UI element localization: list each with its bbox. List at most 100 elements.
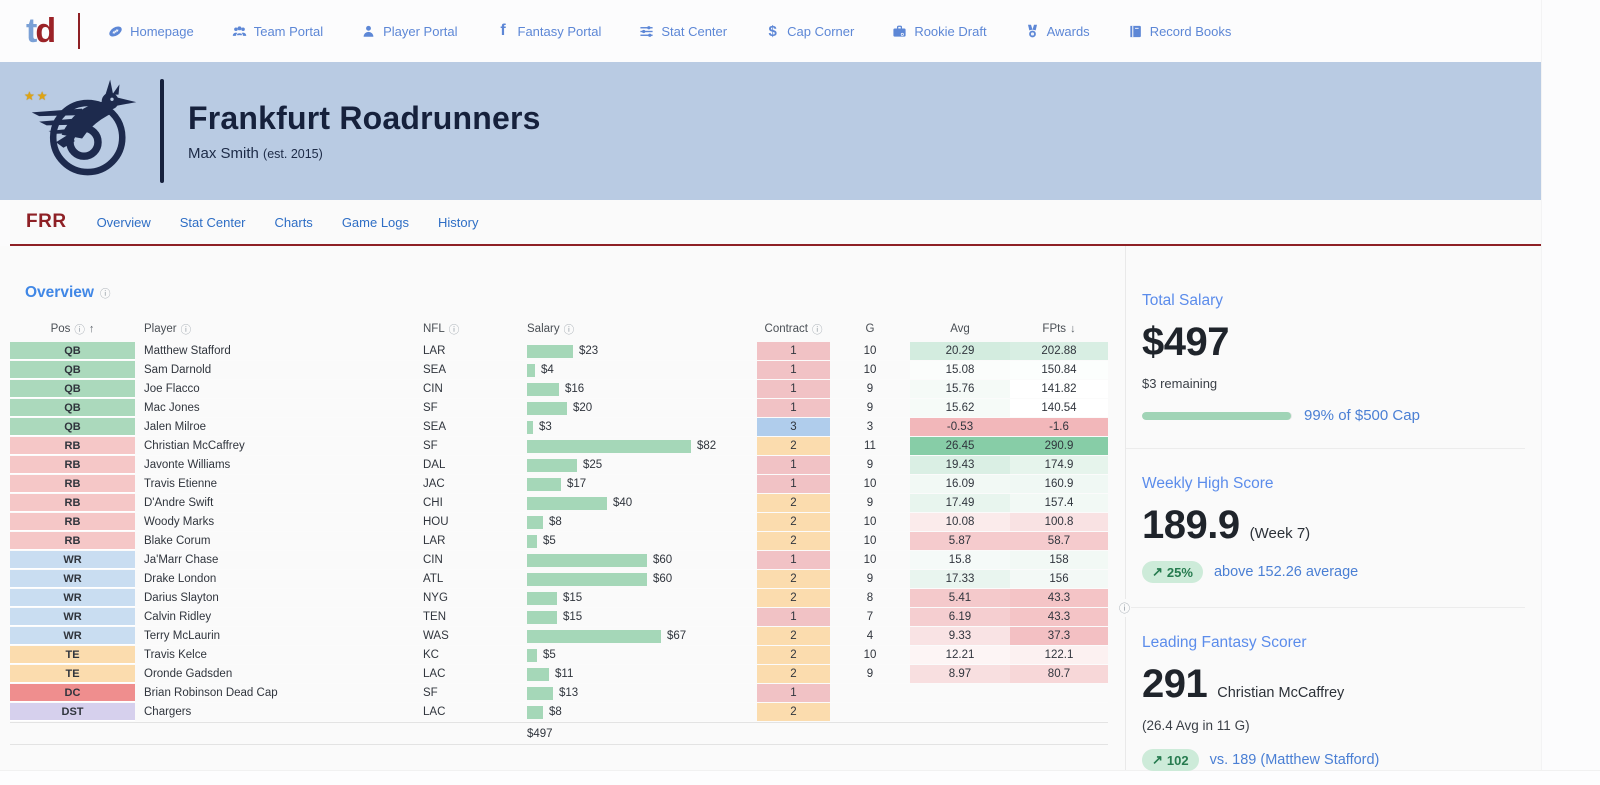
column-header-nfl[interactable]: NFL ⓘ (415, 322, 520, 337)
table-row[interactable]: QB Matthew Stafford LAR $23 1 10 20.29 202.88 (10, 342, 1108, 361)
player-name[interactable]: Joe Flacco (135, 380, 415, 398)
games-cell: 8 (866, 592, 874, 604)
avg-cell: 15.62 (910, 399, 1010, 417)
column-label: Avg (950, 323, 970, 335)
total-salary-label[interactable]: Total Salary (1142, 292, 1525, 310)
player-name[interactable]: Ja'Marr Chase (135, 551, 415, 569)
fantasy-f-icon: f (500, 22, 506, 39)
player-name[interactable]: Javonte Williams (135, 456, 415, 474)
tab-game-logs[interactable]: Game Logs (342, 215, 409, 230)
table-row[interactable]: RB Travis Etienne JAC $17 1 10 16.09 160.9 (10, 475, 1108, 494)
column-header-g[interactable]: G (830, 323, 910, 335)
table-row[interactable]: WR Calvin Ridley TEN $15 1 7 6.19 43.3 (10, 608, 1108, 627)
info-icon[interactable]: ⓘ (564, 322, 575, 337)
team-code[interactable]: FRR (26, 211, 67, 233)
player-name[interactable]: D'Andre Swift (135, 494, 415, 512)
leading-scorer-label[interactable]: Leading Fantasy Scorer (1142, 634, 1525, 652)
salary-bar (527, 363, 535, 377)
table-row[interactable]: QB Jalen Milroe SEA $3 3 3 -0.53 -1.6 (10, 418, 1108, 437)
table-row[interactable]: QB Sam Darnold SEA $4 1 10 15.08 150.84 (10, 361, 1108, 380)
player-name[interactable]: Travis Etienne (135, 475, 415, 493)
leading-scorer-name[interactable]: Christian McCaffrey (1217, 685, 1344, 701)
team-owner: Max Smith (est. 2015) (188, 145, 541, 162)
table-row[interactable]: WR Darius Slayton NYG $15 2 8 5.41 43.3 (10, 589, 1108, 608)
table-row[interactable]: WR Ja'Marr Chase CIN $60 1 10 15.8 158 (10, 551, 1108, 570)
nfl-team: NYG (423, 592, 448, 604)
nav-item-team-portal[interactable]: Team Portal (232, 24, 323, 39)
pos-cell: WR (10, 627, 135, 645)
weekly-high-note[interactable]: above 152.26 average (1214, 564, 1358, 580)
column-header-salary[interactable]: Salary ⓘ (520, 322, 757, 337)
tab-charts[interactable]: Charts (275, 215, 313, 230)
column-header-pos[interactable]: Pos ⓘ ↑ (10, 322, 135, 337)
player-name[interactable]: Christian McCaffrey (135, 437, 415, 455)
player-name[interactable]: Chargers (135, 703, 415, 721)
player-name[interactable]: Darius Slayton (135, 589, 415, 607)
trend-pill: ↗ 25% (1142, 561, 1203, 583)
player-name[interactable]: Mac Jones (135, 399, 415, 417)
leading-scorer-note[interactable]: vs. 189 (Matthew Stafford) (1210, 752, 1380, 768)
page-bottom-strip (0, 770, 1600, 785)
table-row[interactable]: DST Chargers LAC $8 2 (10, 703, 1108, 722)
table-row[interactable]: RB Javonte Williams DAL $25 1 9 19.43 174.9 (10, 456, 1108, 475)
column-header-contract[interactable]: Contract ⓘ (757, 322, 830, 337)
nav-item-cap-corner[interactable]: $ Cap Corner (765, 24, 854, 39)
briefcase-icon (892, 24, 907, 39)
nav-item-stat-center[interactable]: Stat Center (639, 24, 727, 39)
cap-percent-text[interactable]: 99% of $500 Cap (1304, 407, 1420, 424)
column-header-avg[interactable]: Avg (910, 323, 1010, 335)
fpts-cell (1010, 684, 1108, 702)
player-name[interactable]: Matthew Stafford (135, 342, 415, 360)
table-row[interactable]: DC Brian Robinson Dead Cap SF $13 1 (10, 684, 1108, 703)
nav-item-player-portal[interactable]: Player Portal (361, 24, 458, 39)
trend-up-arrow-icon: ↗ (1152, 564, 1163, 579)
nav-item-awards[interactable]: Awards (1025, 24, 1090, 39)
site-logo[interactable]: td (26, 12, 56, 51)
nav-item-fantasy-portal[interactable]: f Fantasy Portal (496, 22, 601, 39)
info-icon[interactable]: ⓘ (100, 286, 111, 301)
table-row[interactable]: QB Joe Flacco CIN $16 1 9 15.76 141.82 (10, 380, 1108, 399)
player-name[interactable]: Calvin Ridley (135, 608, 415, 626)
info-icon[interactable]: ⓘ (74, 322, 85, 337)
player-name[interactable]: Brian Robinson Dead Cap (135, 684, 415, 702)
player-name[interactable]: Travis Kelce (135, 646, 415, 664)
contract-cell: 3 (757, 418, 830, 436)
scrollbar[interactable] (1541, 0, 1600, 770)
weekly-high-label[interactable]: Weekly High Score (1142, 475, 1525, 493)
nav-item-record-books[interactable]: Record Books (1128, 24, 1231, 39)
info-icon[interactable]: ⓘ (181, 322, 192, 337)
table-row[interactable]: QB Mac Jones SF $20 1 9 15.62 140.54 (10, 399, 1108, 418)
player-name[interactable]: Blake Corum (135, 532, 415, 550)
table-row[interactable]: RB Christian McCaffrey SF $82 2 11 26.45 290.9 (10, 437, 1108, 456)
table-row[interactable]: TE Travis Kelce KC $5 2 10 12.21 122.1 (10, 646, 1108, 665)
trend-up-arrow-icon: ↗ (1152, 752, 1163, 767)
column-header-fpts[interactable]: FPts ↓ (1010, 323, 1108, 335)
nav-item-rookie-draft[interactable]: Rookie Draft (892, 24, 987, 39)
sort-arrow-icon: ↑ (88, 323, 95, 335)
tab-history[interactable]: History (438, 215, 478, 230)
player-name[interactable]: Woody Marks (135, 513, 415, 531)
contract-cell: 2 (757, 513, 830, 531)
tab-stat-center[interactable]: Stat Center (180, 215, 246, 230)
player-name[interactable]: Terry McLaurin (135, 627, 415, 645)
player-name[interactable]: Sam Darnold (135, 361, 415, 379)
games-cell: 7 (866, 611, 874, 623)
table-row[interactable]: WR Terry McLaurin WAS $67 2 4 9.33 37.3 (10, 627, 1108, 646)
nav-item-homepage[interactable]: Homepage (108, 24, 194, 39)
table-row[interactable]: RB Blake Corum LAR $5 2 10 5.87 58.7 (10, 532, 1108, 551)
tab-overview[interactable]: Overview (97, 215, 151, 230)
team-tabs-bar: FRR Overview Stat Center Charts Game Logs Hi… (10, 200, 1541, 246)
player-name[interactable]: Jalen Milroe (135, 418, 415, 436)
table-row[interactable]: WR Drake London ATL $60 2 9 17.33 156 (10, 570, 1108, 589)
table-row[interactable]: RB Woody Marks HOU $8 2 10 10.08 100.8 (10, 513, 1108, 532)
fpts-cell (1010, 703, 1108, 721)
player-name[interactable]: Drake London (135, 570, 415, 588)
info-icon[interactable]: ⓘ (812, 322, 823, 337)
player-name[interactable]: Oronde Gadsden (135, 665, 415, 683)
table-row[interactable]: RB D'Andre Swift CHI $40 2 9 17.49 157.4 (10, 494, 1108, 513)
info-icon[interactable]: ⓘ (1118, 599, 1131, 617)
table-row[interactable]: TE Oronde Gadsden LAC $11 2 9 8.97 80.7 (10, 665, 1108, 684)
pos-cell: QB (10, 380, 135, 398)
info-icon[interactable]: ⓘ (449, 322, 460, 337)
column-header-player[interactable]: Player ⓘ (135, 322, 415, 337)
